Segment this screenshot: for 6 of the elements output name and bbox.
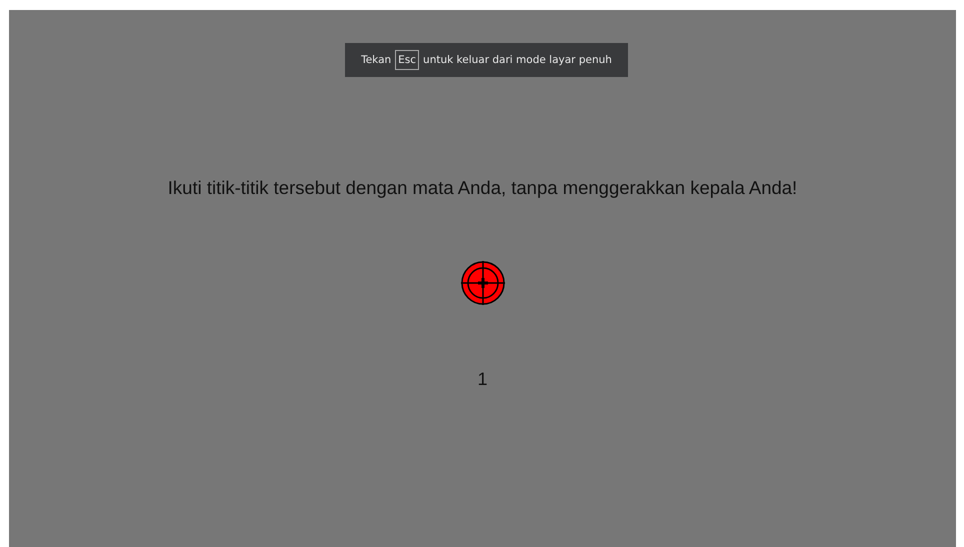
crosshair-target-icon [460, 260, 506, 306]
notice-text: Tekan [361, 54, 392, 66]
esc-key: Esc [395, 50, 420, 70]
notice-text: untuk keluar dari mode layar penuh [423, 54, 612, 66]
counter-text: 1 [477, 369, 488, 390]
instruction-text: Ikuti titik-titik tersebut dengan mata Anda, tanpa menggerakkan kepala Anda! [168, 177, 798, 199]
